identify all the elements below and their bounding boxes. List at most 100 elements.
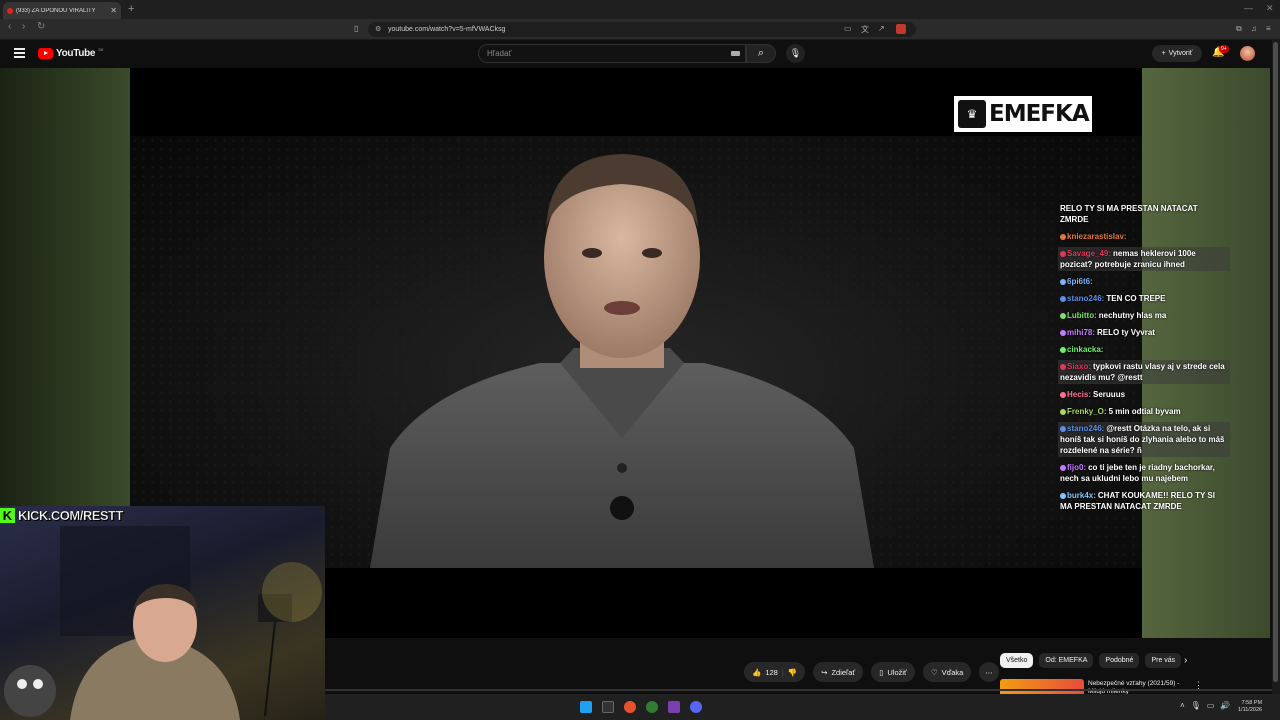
- kick-banner: K KICK.COM/RESTT: [0, 506, 138, 524]
- chat-text: nechutny hlas ma: [1098, 311, 1167, 320]
- chat-badge-icon: [1060, 492, 1066, 499]
- like-dislike-group: 👍 128 | 👎: [744, 662, 806, 682]
- mic-tray-icon[interactable]: 🎙: [1191, 701, 1201, 710]
- chat-message: stano246: TEN CO TREPE: [1058, 292, 1230, 305]
- cast-icon[interactable]: ▭: [844, 24, 852, 33]
- like-count[interactable]: 128: [765, 668, 778, 677]
- url-text: youtube.com/watch?v=5-mfVWACksg: [388, 26, 506, 33]
- search-icon: ⌕: [757, 47, 765, 59]
- close-window-icon[interactable]: ✕: [1266, 3, 1274, 14]
- extension-icon[interactable]: [896, 24, 906, 34]
- forward-icon[interactable]: ›: [22, 21, 25, 32]
- chat-badge-icon: [1060, 329, 1066, 336]
- twitch-icon[interactable]: [668, 701, 680, 713]
- bookmark-save-icon: ▯: [879, 667, 884, 677]
- save-label: Uložiť: [887, 667, 907, 677]
- reload-icon[interactable]: ↻: [37, 21, 45, 32]
- chat-text: TEN CO TREPE: [1106, 294, 1166, 303]
- minimize-icon[interactable]: —: [1244, 3, 1253, 13]
- back-icon[interactable]: ‹: [8, 21, 11, 32]
- channel-watermark: ♛ EMEFKA: [954, 96, 1092, 132]
- chevron-up-icon[interactable]: ˄: [1180, 701, 1185, 710]
- dislike-icon[interactable]: 👎: [788, 668, 797, 677]
- share-icon: ↪: [821, 667, 828, 677]
- close-tab-icon[interactable]: ✕: [110, 6, 117, 15]
- chat-username: Lubitto:: [1067, 311, 1097, 320]
- app-icon[interactable]: [646, 701, 658, 713]
- chat-username: mihi78:: [1067, 328, 1096, 337]
- extensions-icon[interactable]: ⧉: [1236, 24, 1242, 34]
- youtube-logo[interactable]: YouTube SK: [38, 47, 104, 59]
- chat-message: 6pi6t6:: [1058, 275, 1230, 288]
- chevron-right-icon[interactable]: ›: [1184, 655, 1187, 666]
- network-icon[interactable]: ▭: [1207, 701, 1215, 710]
- chat-badge-icon: [1060, 425, 1066, 432]
- bookmark-icon[interactable]: ▯: [354, 24, 358, 33]
- share-label: Zdieľať: [831, 667, 856, 677]
- chip[interactable]: Pre vás: [1145, 653, 1182, 668]
- menu-icon[interactable]: ≡: [1266, 24, 1271, 33]
- thanks-label: Vďaka: [941, 667, 964, 677]
- translate-icon[interactable]: 文: [861, 24, 869, 35]
- browser-tab-bar: [0, 0, 1280, 19]
- chat-text: 5 min odtial byvam: [1108, 407, 1181, 416]
- brave-browser-icon[interactable]: [624, 701, 636, 713]
- clock[interactable]: 7:58 PM 1/11/2026: [1238, 700, 1262, 714]
- chat-message: cinkacka:: [1058, 343, 1230, 356]
- keyboard-icon[interactable]: [731, 51, 740, 56]
- site-info-icon[interactable]: ⚙: [375, 25, 381, 33]
- chat-badge-icon: [1060, 464, 1066, 471]
- chat-overlay: RELO TY SI MA PRESTAN NATACAT ZMRDE kniez…: [1058, 202, 1230, 517]
- presenter-image: [370, 154, 874, 568]
- start-icon[interactable]: [580, 701, 592, 713]
- chat-username: burk4x:: [1067, 491, 1096, 500]
- media-icon[interactable]: ♫: [1251, 24, 1257, 33]
- chat-username: 6pi6t6:: [1067, 277, 1093, 286]
- microphone-icon: 🎙: [789, 48, 802, 58]
- chip[interactable]: Podobné: [1099, 653, 1140, 668]
- chip[interactable]: Všetko: [1000, 653, 1034, 668]
- chat-username: Hecis:: [1067, 390, 1092, 399]
- chat-username: Frenky_O:: [1067, 407, 1107, 416]
- chat-message: Frenky_O: 5 min odtial byvam: [1058, 405, 1230, 418]
- save-button[interactable]: ▯ Uložiť: [871, 662, 915, 682]
- chat-badge-icon: [1060, 278, 1066, 285]
- scrollbar-thumb[interactable]: [1273, 42, 1278, 682]
- browser-tab[interactable]: (933) ZA OPONOU VIRALITY ✕: [3, 2, 121, 19]
- chat-username: Savage_49:: [1067, 249, 1112, 258]
- chat-username: fijo0:: [1067, 463, 1087, 472]
- chat-username: Siaxo:: [1067, 362, 1092, 371]
- avatar[interactable]: [1240, 46, 1255, 61]
- chat-text: Seruuus: [1093, 390, 1126, 399]
- chip[interactable]: Od: EMEFKA: [1039, 653, 1094, 668]
- like-icon[interactable]: 👍: [752, 668, 761, 677]
- system-tray: ˄ 🎙 ▭ 🔊: [1180, 701, 1230, 710]
- create-button[interactable]: + Vytvoriť: [1152, 45, 1202, 62]
- chat-badge-icon: [1060, 408, 1066, 415]
- chat-message: Siaxo: typkovi rastu vlasy aj v strede ce…: [1058, 360, 1230, 384]
- thanks-button[interactable]: ♡ Vďaka: [922, 662, 972, 682]
- url-field[interactable]: ⚙ youtube.com/watch?v=5-mfVWACksg: [368, 22, 916, 37]
- notification-badge: 9+: [1219, 45, 1229, 53]
- chat-message: burk4x: CHAT KOUKAME!! RELO TY SI MA PRES…: [1058, 489, 1230, 513]
- chat-username: cinkacka:: [1067, 345, 1104, 354]
- chat-username: stano246:: [1067, 424, 1105, 433]
- new-tab-icon[interactable]: +: [128, 3, 134, 15]
- more-actions-button[interactable]: ⋯: [979, 662, 999, 682]
- hamburger-menu-icon[interactable]: [14, 48, 25, 60]
- volume-icon[interactable]: 🔊: [1220, 701, 1230, 710]
- chat-badge-icon: [1060, 346, 1066, 353]
- share-page-icon[interactable]: ↗: [878, 24, 885, 33]
- search-input[interactable]: Hľadať: [478, 44, 746, 63]
- task-view-icon[interactable]: [602, 701, 614, 713]
- share-button[interactable]: ↪ Zdieľať: [813, 662, 864, 682]
- plus-icon: +: [1161, 50, 1166, 57]
- search-button[interactable]: ⌕: [746, 44, 776, 63]
- chat-message: RELO TY SI MA PRESTAN NATACAT ZMRDE: [1058, 202, 1230, 226]
- discord-icon[interactable]: [690, 701, 702, 713]
- chat-message: mihi78: RELO ty Vyvrat: [1058, 326, 1230, 339]
- chat-badge-icon: [1060, 363, 1066, 370]
- chat-text: RELO ty Vyvrat: [1097, 328, 1155, 337]
- logo-text: YouTube: [56, 48, 96, 59]
- voice-search-button[interactable]: 🎙: [786, 44, 805, 63]
